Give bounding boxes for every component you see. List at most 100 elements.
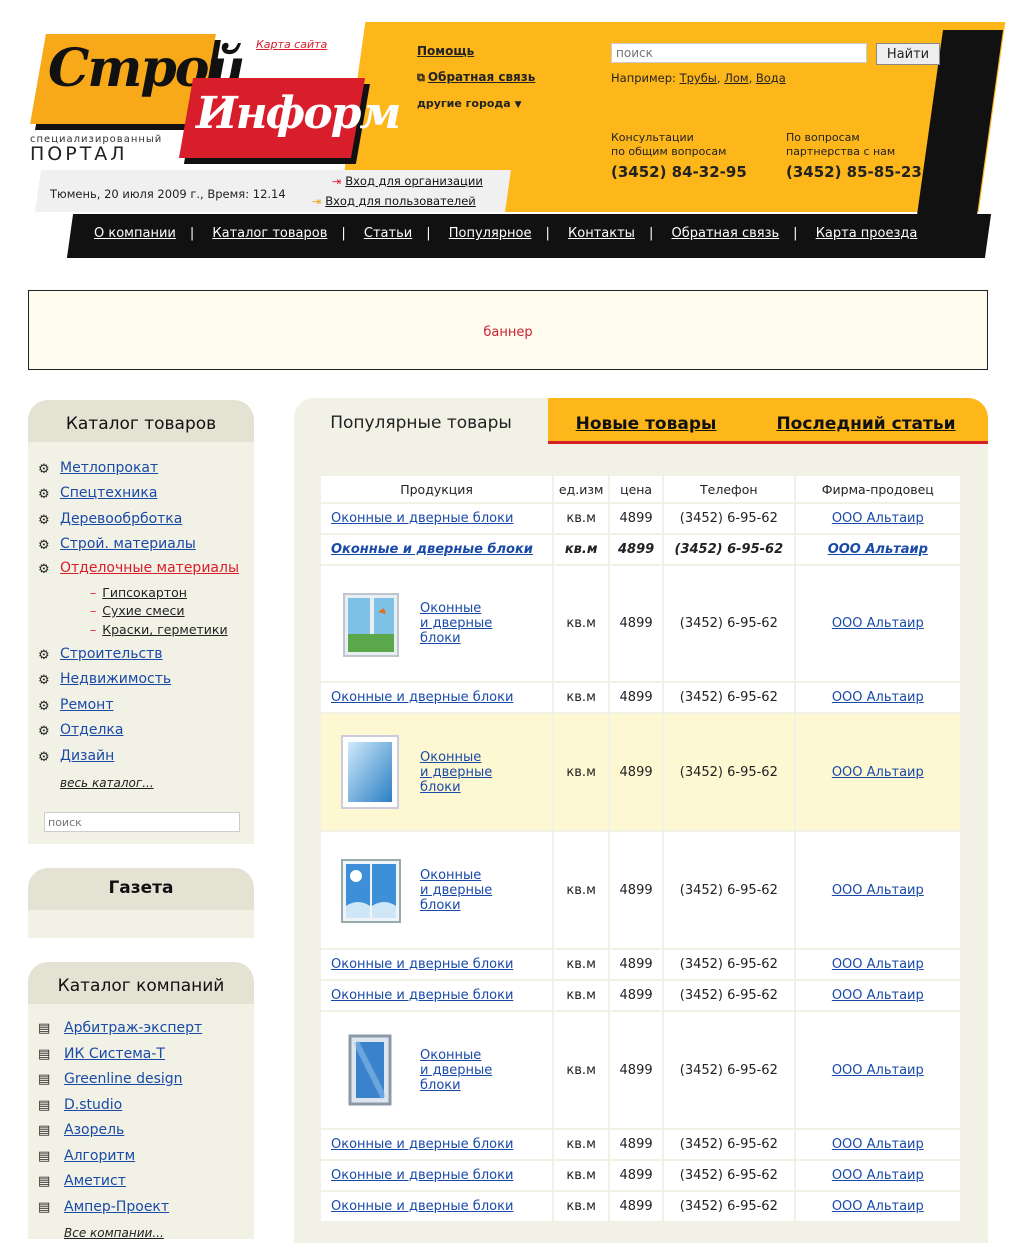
product-link[interactable]: Оконные и дверные блоки <box>331 1199 513 1214</box>
catalog-item[interactable]: Деревообрботка <box>60 511 182 527</box>
firm-link[interactable]: ООО Альтаир <box>832 957 924 972</box>
catalog-item[interactable]: Спецтехника <box>60 485 157 501</box>
catalog-subitem: – Гипсокартон <box>90 585 187 600</box>
column-header: Телефон <box>664 476 794 502</box>
catalog-item[interactable]: Недвижимость <box>60 671 171 687</box>
product-link[interactable]: Оконные и дверные блоки <box>331 542 533 557</box>
main-nav: О компании | Каталог товаров | Статьи | Поп… <box>94 226 918 241</box>
window-image[interactable] <box>336 584 406 664</box>
product-link[interactable]: Оконные и дверные блоки <box>331 1168 513 1183</box>
example-link[interactable]: Трубы <box>680 71 717 85</box>
tab-articles[interactable]: Последний статьи <box>744 398 988 444</box>
catalog-item-active[interactable]: Отделочные материалы <box>60 560 239 576</box>
catalog-search-input[interactable] <box>44 812 240 832</box>
firm-link[interactable]: ООО Альтаир <box>832 1063 924 1078</box>
firm-link[interactable]: ООО Альтаир <box>832 765 924 780</box>
search-input[interactable] <box>611 43 867 63</box>
firm-cell: ООО Альтаир <box>795 1130 960 1159</box>
table-row: Оконные и дверные блоки кв.м 4899 (3452) 6… <box>321 566 960 681</box>
search-button[interactable]: Найти <box>876 43 940 65</box>
firm-link[interactable]: ООО Альтаир <box>832 883 924 898</box>
nav-item-feedback[interactable]: Обратная связь <box>671 226 779 241</box>
help-link[interactable]: Помощь <box>417 44 474 58</box>
contact-phone: (3452) 85-85-23 <box>786 163 922 181</box>
firm-link[interactable]: ООО Альтаир <box>832 616 924 631</box>
product-line: Оконные <box>420 867 482 883</box>
unit-cell: кв.м <box>554 535 609 564</box>
companies-all-link[interactable]: Все компании... <box>64 1226 164 1240</box>
tab-new[interactable]: Новые товары <box>548 398 744 444</box>
table-row-selected: Оконные и дверные блоки кв.м 4899 (3452) 6… <box>321 714 960 830</box>
product-link[interactable]: Оконные и дверные блоки <box>331 957 513 972</box>
firm-link[interactable]: ООО Альтаир <box>832 1137 924 1152</box>
price-cell: 4899 <box>610 504 663 533</box>
product-link[interactable]: Оконные и дверные блоки <box>331 690 513 705</box>
date-time-text: Тюмень, 20 июля 2009 г., Время: 12.14 <box>50 187 286 201</box>
catalog-subitem-link[interactable]: Сухие смеси <box>102 603 184 618</box>
firm-link[interactable]: ООО Альтаир <box>832 988 924 1003</box>
product-line: блоки <box>420 1077 461 1093</box>
cities-dropdown[interactable]: другие города ▼ <box>417 97 521 110</box>
company-item[interactable]: Азорель <box>64 1122 124 1138</box>
price-cell: 4899 <box>610 714 663 830</box>
products-panel: Популярные товары Новые товары Последний… <box>294 398 988 1243</box>
contact-label: партнерства с нам <box>786 145 896 158</box>
contact-label: по общим вопросам <box>611 145 727 158</box>
nav-item-contacts[interactable]: Контакты <box>568 226 635 241</box>
catalog-item[interactable]: Строй. материалы <box>60 536 196 552</box>
example-link[interactable]: Вода <box>756 71 786 85</box>
table-row: Оконные и дверные блоки кв.м 4899 (3452)… <box>321 981 960 1010</box>
window-image[interactable] <box>336 732 406 812</box>
product-link[interactable]: Оконные и дверные блоки <box>420 601 498 646</box>
company-item[interactable]: Арбитраж-эксперт <box>64 1020 202 1036</box>
product-link[interactable]: Оконные и дверные блоки <box>331 988 513 1003</box>
firm-cell: ООО Альтаир <box>795 683 960 712</box>
company-icon: ▤ <box>38 1072 51 1087</box>
tab-articles-link[interactable]: Последний статьи <box>776 414 955 434</box>
window-image[interactable] <box>336 850 406 930</box>
login-user-link[interactable]: Вход для пользователей <box>325 194 476 208</box>
company-item[interactable]: Алгоритм <box>64 1148 135 1164</box>
nav-item-popular[interactable]: Популярное <box>449 226 532 241</box>
nav-item-articles[interactable]: Статьи <box>364 226 412 241</box>
catalog-subitem-link[interactable]: Гипсокартон <box>102 585 187 600</box>
logo-text-bottom[interactable]: Информ <box>196 88 401 139</box>
product-cell: Оконные и дверные блоки <box>321 683 553 712</box>
product-link[interactable]: Оконные и дверные блоки <box>420 750 498 795</box>
firm-link[interactable]: ООО Альтаир <box>828 542 928 557</box>
company-item[interactable]: D.studio <box>64 1097 122 1113</box>
catalog-title: Каталог товаров <box>28 400 254 442</box>
product-link[interactable]: Оконные и дверные блоки <box>420 868 498 913</box>
catalog-item[interactable]: Метлопрокат <box>60 460 158 476</box>
product-link[interactable]: Оконные и дверные блоки <box>331 1137 513 1152</box>
banner[interactable]: баннер <box>28 290 988 370</box>
catalog-item[interactable]: Строительств <box>60 646 163 662</box>
company-item[interactable]: ИК Система-Т <box>64 1046 165 1062</box>
firm-link[interactable]: ООО Альтаир <box>832 1199 924 1214</box>
tab-popular[interactable]: Популярные товары <box>294 398 548 444</box>
catalog-item[interactable]: Ремонт <box>60 697 114 713</box>
firm-link[interactable]: ООО Альтаир <box>832 511 924 526</box>
tab-new-link[interactable]: Новые товары <box>576 414 717 434</box>
catalog-subitem-link[interactable]: Краски, герметики <box>102 622 227 637</box>
product-link[interactable]: Оконные и дверные блоки <box>420 1048 498 1093</box>
catalog-item[interactable]: Отделка <box>60 722 123 738</box>
product-link[interactable]: Оконные и дверные блоки <box>331 511 513 526</box>
nav-item-about[interactable]: О компании <box>94 226 176 241</box>
firm-link[interactable]: ООО Альтаир <box>832 690 924 705</box>
catalog-all-link[interactable]: весь каталог... <box>60 776 154 790</box>
nav-item-map[interactable]: Карта проезда <box>816 226 918 241</box>
example-link[interactable]: Лом <box>724 71 748 85</box>
login-org-link[interactable]: Вход для организации <box>345 174 483 188</box>
window-image[interactable] <box>336 1030 406 1110</box>
company-item[interactable]: Аметист <box>64 1173 126 1189</box>
sitemap-link[interactable]: Карта сайта <box>256 38 327 51</box>
company-item[interactable]: Ампер-Проект <box>64 1199 169 1215</box>
catalog-item[interactable]: Дизайн <box>60 748 114 764</box>
firm-link[interactable]: ООО Альтаир <box>832 1168 924 1183</box>
product-line: и дверные <box>420 616 493 631</box>
feedback-link[interactable]: Обратная связь <box>428 70 535 84</box>
gazeta-title: Газета <box>28 868 254 910</box>
nav-item-catalog[interactable]: Каталог товаров <box>212 226 327 241</box>
company-item[interactable]: Greenline design <box>64 1071 183 1087</box>
